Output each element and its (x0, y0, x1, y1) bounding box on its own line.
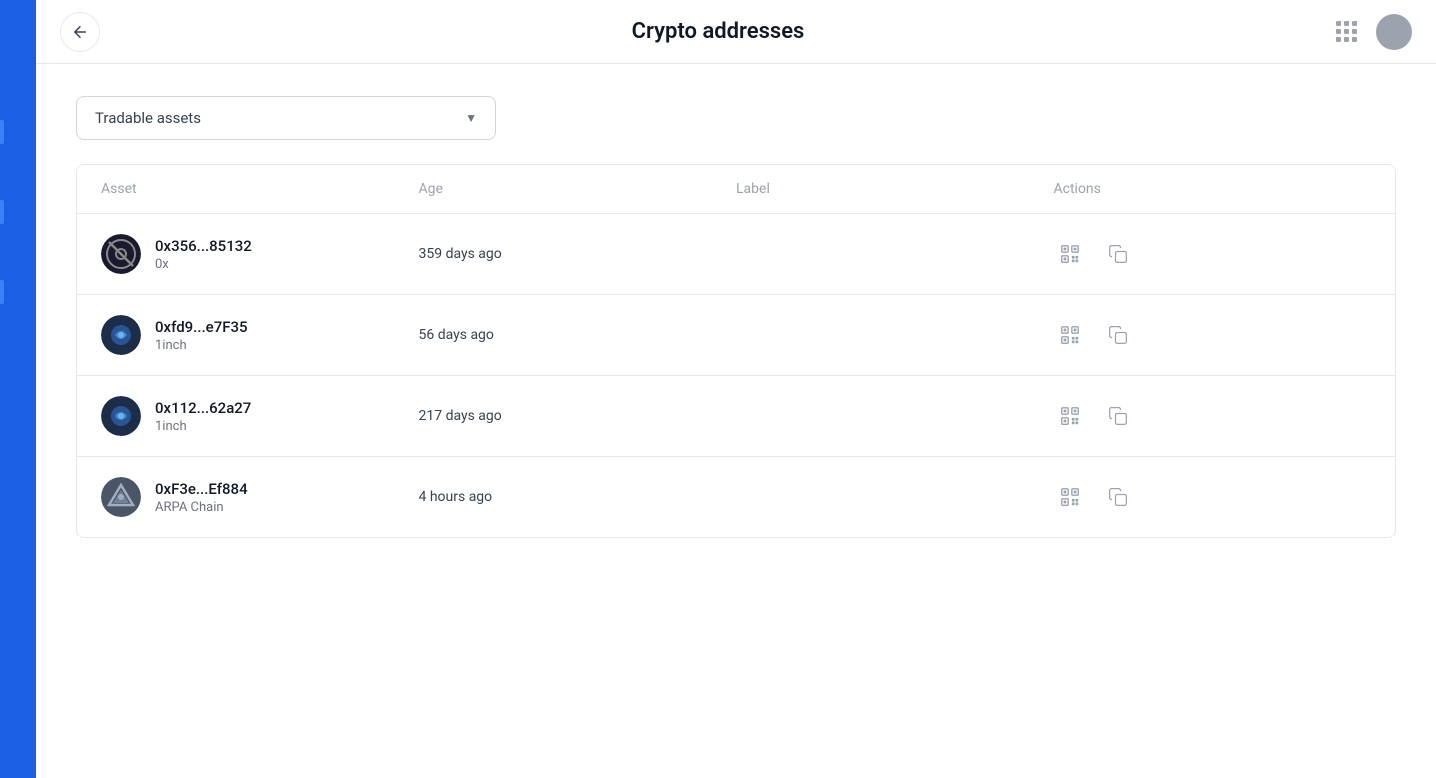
qr-button-3[interactable] (1054, 481, 1086, 513)
column-label: Label (736, 181, 1054, 197)
asset-info-1: 0xfd9...e7F35 1inch (155, 318, 248, 353)
sidebar-indicator-1 (0, 120, 4, 144)
addresses-table: Asset Age Label Actions (76, 164, 1396, 538)
asset-icon-0 (101, 234, 141, 274)
column-asset: Asset (101, 181, 419, 197)
asset-filter-dropdown[interactable]: Tradable assets ▼ (76, 96, 496, 140)
asset-cell-3: 0xF3e...Ef884 ARPA Chain (101, 477, 419, 517)
column-actions: Actions (1054, 181, 1372, 197)
asset-icon-2 (101, 396, 141, 436)
asset-network-1: 1inch (155, 338, 248, 353)
copy-button-0[interactable] (1102, 238, 1134, 270)
header-left (60, 12, 100, 52)
grid-icon (1336, 21, 1357, 42)
asset-info-3: 0xF3e...Ef884 ARPA Chain (155, 480, 248, 515)
asset-address-2: 0x112...62a27 (155, 399, 251, 417)
actions-cell-1 (1054, 319, 1372, 351)
header-right (1328, 14, 1412, 50)
content: Tradable assets ▼ Asset Age Label Action… (36, 64, 1436, 778)
asset-info-0: 0x356...85132 0x (155, 237, 252, 272)
chevron-down-icon: ▼ (465, 111, 477, 125)
copy-button-3[interactable] (1102, 481, 1134, 513)
qr-button-0[interactable] (1054, 238, 1086, 270)
column-age: Age (419, 181, 737, 197)
filter-container: Tradable assets ▼ (76, 96, 1396, 140)
asset-address-0: 0x356...85132 (155, 237, 252, 255)
asset-icon-3 (101, 477, 141, 517)
table-header: Asset Age Label Actions (77, 165, 1395, 214)
asset-network-3: ARPA Chain (155, 500, 248, 515)
actions-cell-0 (1054, 238, 1372, 270)
asset-network-0: 0x (155, 257, 252, 272)
copy-button-2[interactable] (1102, 400, 1134, 432)
main-content: Crypto addresses Tradable assets ▼ (36, 0, 1436, 778)
asset-network-2: 1inch (155, 419, 251, 434)
asset-cell-2: 0x112...62a27 1inch (101, 396, 419, 436)
header: Crypto addresses (36, 0, 1436, 64)
sidebar (0, 0, 36, 778)
page-title: Crypto addresses (632, 19, 805, 44)
asset-icon-1 (101, 315, 141, 355)
asset-info-2: 0x112...62a27 1inch (155, 399, 251, 434)
qr-button-1[interactable] (1054, 319, 1086, 351)
age-cell-2: 217 days ago (419, 408, 737, 424)
asset-address-1: 0xfd9...e7F35 (155, 318, 248, 336)
grid-icon-button[interactable] (1328, 14, 1364, 50)
age-cell-0: 359 days ago (419, 246, 737, 262)
sidebar-indicator-2 (0, 200, 4, 224)
sidebar-indicator-3 (0, 280, 4, 304)
asset-cell-1: 0xfd9...e7F35 1inch (101, 315, 419, 355)
copy-button-1[interactable] (1102, 319, 1134, 351)
table-row[interactable]: 0x356...85132 0x 359 days ago (77, 214, 1395, 295)
back-button[interactable] (60, 12, 100, 52)
age-cell-3: 4 hours ago (419, 489, 737, 505)
avatar[interactable] (1376, 14, 1412, 50)
actions-cell-2 (1054, 400, 1372, 432)
table-row[interactable]: 0x112...62a27 1inch 217 days ago (77, 376, 1395, 457)
table-row[interactable]: 0xF3e...Ef884 ARPA Chain 4 hours ago (77, 457, 1395, 537)
qr-button-2[interactable] (1054, 400, 1086, 432)
dropdown-label: Tradable assets (95, 109, 201, 127)
age-cell-1: 56 days ago (419, 327, 737, 343)
asset-cell-0: 0x356...85132 0x (101, 234, 419, 274)
table-row[interactable]: 0xfd9...e7F35 1inch 56 days ago (77, 295, 1395, 376)
actions-cell-3 (1054, 481, 1372, 513)
asset-address-3: 0xF3e...Ef884 (155, 480, 248, 498)
